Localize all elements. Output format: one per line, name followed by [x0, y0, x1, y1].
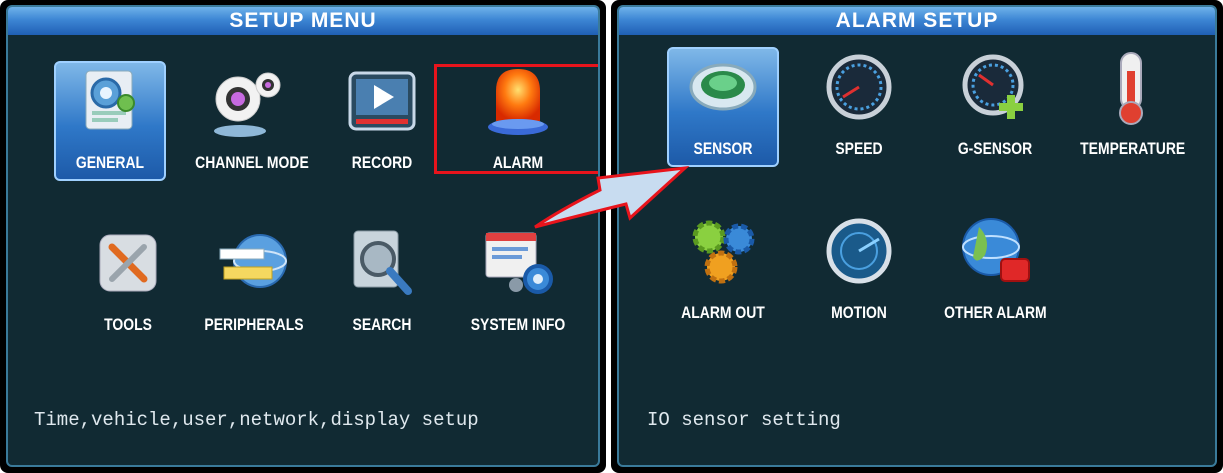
webcam-icon [214, 72, 281, 137]
setup-menu-panel: SETUP MENU GENERAL CHANNEL MODE RECORD A… [0, 0, 606, 473]
menu-item-label: TOOLS [104, 315, 152, 334]
menu-item-search[interactable]: SEARCH [320, 219, 444, 349]
menu-item-label: ALARM OUT [681, 303, 765, 322]
menu-item-label: OTHER ALARM [944, 303, 1047, 322]
motion-radar-icon [826, 218, 892, 284]
alarm-setup-screen: ALARM SETUP SENSOR SPEED G-SENSOR TEMPER… [617, 5, 1217, 467]
menu-item-sensor[interactable]: SENSOR [661, 43, 785, 173]
status-description: IO sensor setting [647, 409, 841, 431]
menu-item-temperature[interactable]: TEMPERATURE [1069, 43, 1193, 173]
tools-icon [99, 234, 157, 292]
menu-item-label: MOTION [831, 303, 887, 322]
gears-icon [692, 220, 755, 284]
panel-title: SETUP MENU [8, 7, 598, 35]
menu-item-label: RECORD [351, 153, 413, 172]
menu-item-label: SYSTEM INFO [470, 315, 566, 334]
menu-item-peripherals[interactable]: PERIPHERALS [192, 219, 316, 349]
menu-item-general[interactable]: GENERAL [48, 57, 172, 187]
menu-item-label: TEMPERATURE [1080, 139, 1186, 158]
peripherals-globe-icon [219, 234, 287, 288]
alarm-setup-panel: ALARM SETUP SENSOR SPEED G-SENSOR TEMPER… [611, 0, 1223, 473]
menu-item-label: GENERAL [75, 153, 145, 172]
menu-item-label: SENSOR [693, 139, 753, 158]
search-magnifier-icon [353, 230, 412, 295]
menu-item-channel-mode[interactable]: CHANNEL MODE [184, 57, 309, 187]
speedometer-icon [826, 54, 892, 120]
menu-item-label: SPEED [835, 139, 883, 158]
g-sensor-icon [962, 54, 1024, 119]
menu-item-record[interactable]: RECORD [320, 57, 444, 187]
panel-title: ALARM SETUP [619, 7, 1215, 35]
menu-item-other-alarm[interactable]: OTHER ALARM [933, 207, 1057, 337]
sensor-icon [689, 63, 757, 111]
status-description: Time,vehicle,user,network,display setup [34, 409, 479, 431]
menu-item-speed[interactable]: SPEED [797, 43, 921, 173]
alarm-highlight-box [434, 64, 598, 174]
record-play-icon [348, 71, 416, 131]
menu-item-tools[interactable]: TOOLS [66, 219, 190, 349]
menu-item-motion[interactable]: MOTION [797, 207, 921, 337]
general-settings-icon [85, 70, 135, 130]
setup-menu-screen: SETUP MENU GENERAL CHANNEL MODE RECORD A… [6, 5, 600, 467]
menu-item-label: SEARCH [352, 315, 412, 334]
menu-item-label: CHANNEL MODE [195, 153, 309, 172]
thermometer-icon [1119, 52, 1143, 125]
menu-item-system-info[interactable]: SYSTEM INFO [456, 219, 580, 349]
menu-item-g-sensor[interactable]: G-SENSOR [933, 43, 1057, 173]
globe-alarm-icon [962, 218, 1030, 282]
system-info-icon [485, 232, 553, 294]
menu-item-label: G-SENSOR [957, 139, 1033, 158]
menu-item-label: PERIPHERALS [204, 315, 304, 334]
menu-item-alarm-out[interactable]: ALARM OUT [661, 207, 785, 337]
